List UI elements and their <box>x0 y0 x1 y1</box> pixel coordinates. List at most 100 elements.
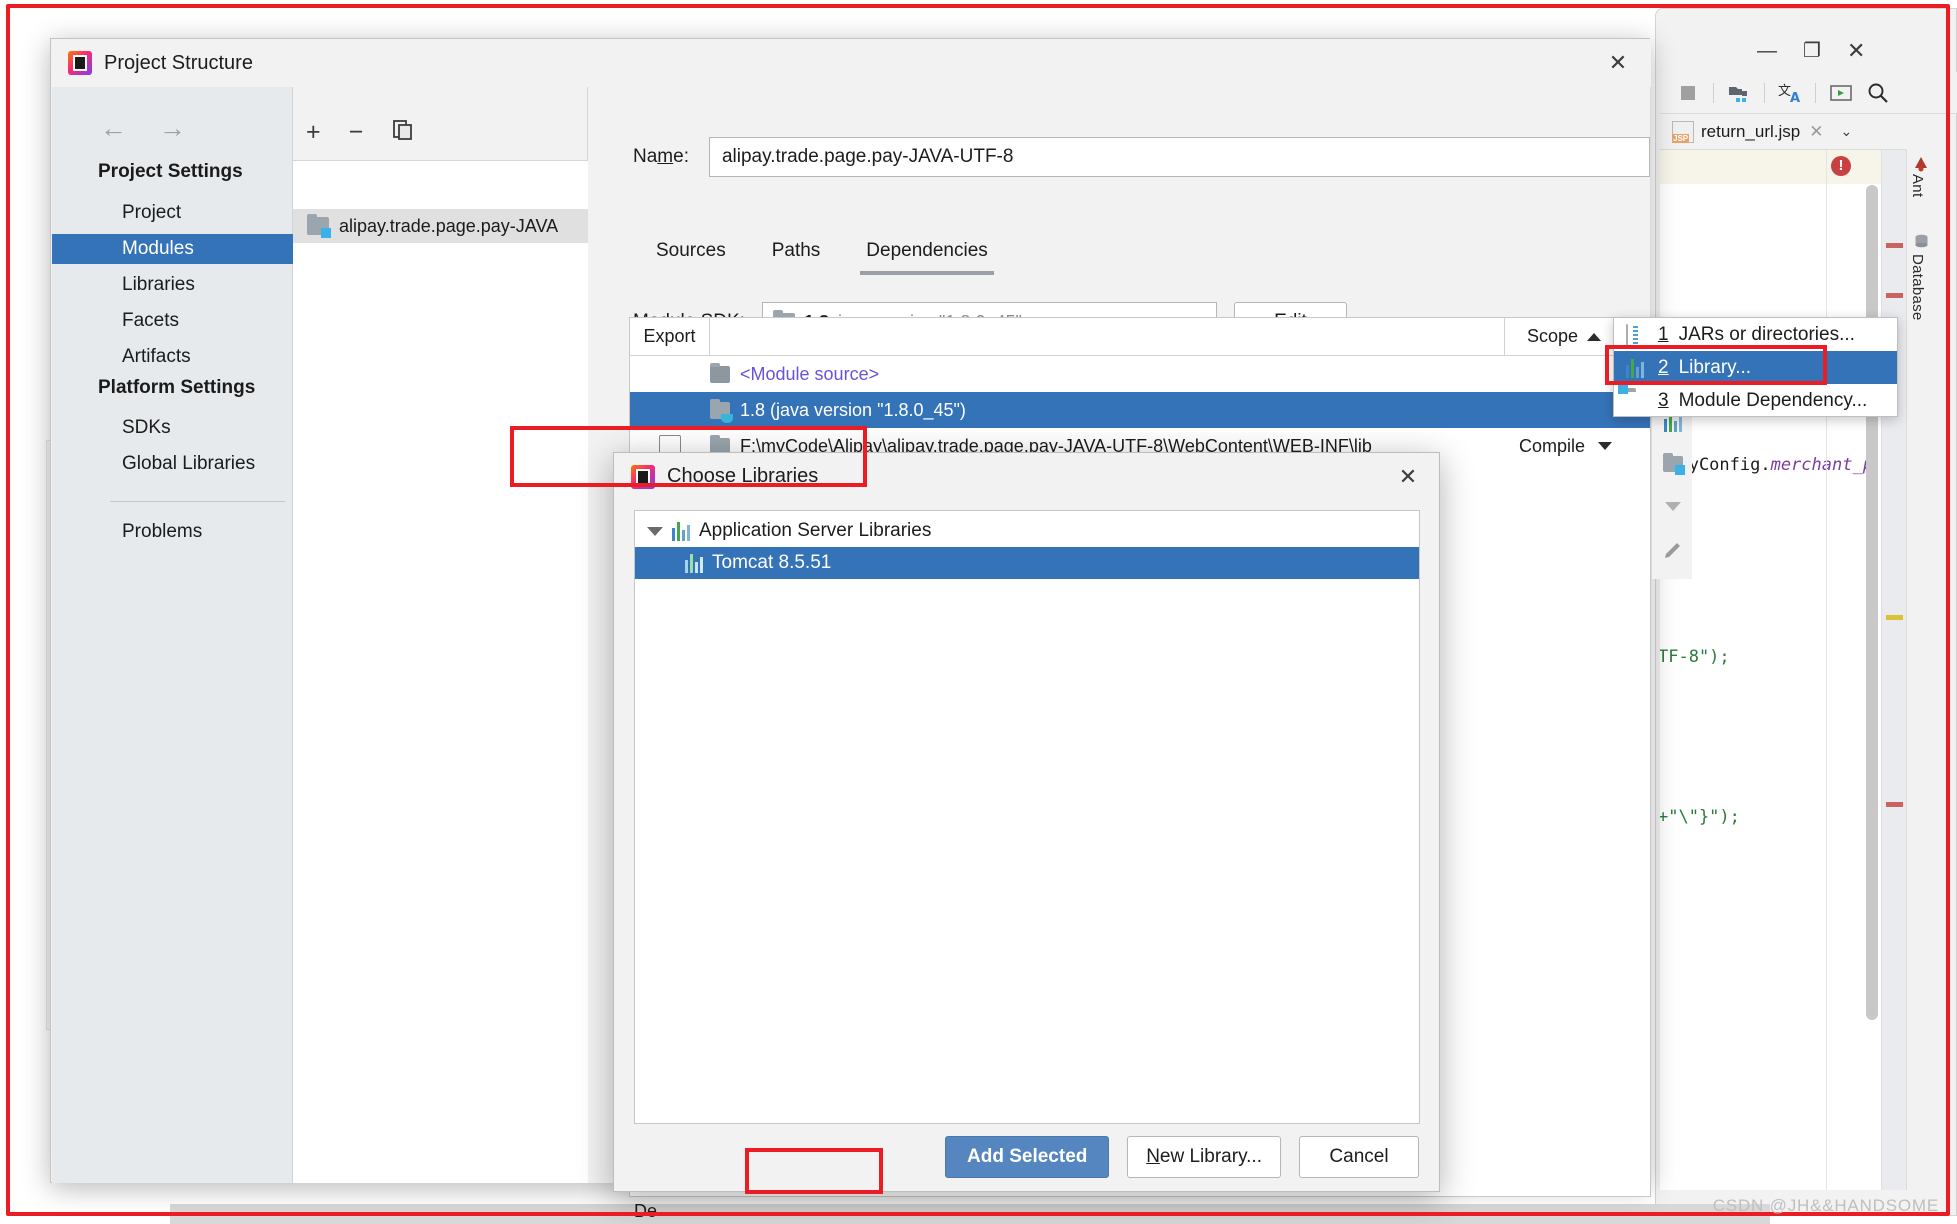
dependency-name-cell: 1.8 (java version "1.8.0_45") <box>710 398 966 423</box>
forward-arrow-icon[interactable]: → <box>159 115 186 142</box>
search-icon[interactable] <box>1866 81 1890 105</box>
svg-text:A: A <box>1790 91 1800 105</box>
code-line: +"\"}"); <box>1660 807 1740 827</box>
watermark: CSDN @JH&&HANDSOME <box>1712 1196 1939 1215</box>
menu-item-number: 3 <box>1658 389 1669 411</box>
module-dependency-icon[interactable] <box>1652 443 1693 485</box>
dependency-name-cell: <Module source> <box>710 362 879 385</box>
sidebar-item-facets[interactable]: Facets <box>52 306 293 336</box>
table-header: Export Scope <box>630 318 1650 356</box>
module-name-input[interactable] <box>708 137 1650 177</box>
code-line: TF-8"); <box>1660 647 1730 667</box>
database-icon <box>1912 232 1931 251</box>
minimize-icon[interactable]: — <box>1757 41 1777 61</box>
expand-triangle-icon[interactable] <box>647 526 663 536</box>
chevron-down-icon <box>1598 442 1613 450</box>
defined-by-label: De <box>634 1201 658 1221</box>
sort-ascending-icon <box>1587 332 1602 341</box>
add-module-icon[interactable]: + <box>306 119 321 145</box>
edit-dependency-icon[interactable] <box>1652 529 1693 571</box>
code-editor[interactable]: ! ipayConfig.merchant_p TF-8"); +"\"}"); <box>1660 150 1882 1190</box>
screenshot-root: — ❐ ✕ 文 A JSP return_url.jsp ✕ ⌄ ! ipayC… <box>0 0 1957 1224</box>
sidebar-item-project[interactable]: Project <box>52 198 293 228</box>
jsp-file-icon <box>1672 120 1694 143</box>
tab-dependencies[interactable]: Dependencies <box>843 234 1010 275</box>
menu-item-number: 1 <box>1658 323 1669 345</box>
copy-module-icon[interactable] <box>391 118 415 147</box>
chevron-down-icon[interactable]: ⌄ <box>1840 123 1852 140</box>
menu-item-jars-or-directories[interactable]: 1 JARs or directories... <box>1614 318 1897 351</box>
maximize-icon[interactable]: ❐ <box>1803 41 1821 61</box>
tab-sources[interactable]: Sources <box>633 234 749 275</box>
menu-item-library[interactable]: 2 Library... <box>1614 351 1897 384</box>
close-icon[interactable]: ✕ <box>1847 40 1865 62</box>
remove-module-icon[interactable]: − <box>349 119 364 145</box>
sidebar-divider <box>110 501 285 502</box>
editor-scrollbar[interactable] <box>1866 185 1878 1020</box>
stripe-mark-error <box>1886 243 1903 248</box>
editor-error-stripe[interactable] <box>1882 150 1906 1190</box>
rail-item-ant[interactable]: Ant <box>1909 174 1926 197</box>
dialog-close-button[interactable]: ✕ <box>1605 51 1631 77</box>
dialog-titlebar: Project Structure <box>51 39 1651 87</box>
column-header-export[interactable]: Export <box>630 318 710 356</box>
tab-close-icon[interactable]: ✕ <box>1809 122 1823 142</box>
ide-window-controls: — ❐ ✕ <box>1665 30 1955 72</box>
run-configuration-icon[interactable] <box>1829 81 1853 105</box>
intellij-logo-icon <box>68 51 92 75</box>
menu-item-label: Module Dependency... <box>1678 389 1868 411</box>
sidebar-item-sdks[interactable]: SDKs <box>52 413 293 443</box>
back-arrow-icon[interactable]: ← <box>100 115 127 142</box>
ide-toolbar: 文 A <box>1660 72 1957 114</box>
list-item[interactable]: alipay.trade.page.pay-JAVA <box>293 209 588 243</box>
menu-item-module-dependency[interactable]: 3 Module Dependency... <box>1614 384 1897 417</box>
error-badge: ! <box>1831 156 1851 176</box>
library-bars-icon <box>672 521 690 541</box>
editor-tab-label[interactable]: return_url.jsp <box>1701 122 1800 142</box>
stripe-mark-warning <box>1886 615 1903 620</box>
table-row[interactable]: 1.8 (java version "1.8.0_45") <box>630 392 1650 428</box>
tree-node-label: Tomcat 8.5.51 <box>712 552 832 573</box>
ide-right-tool-rail: Ant Database <box>1906 150 1936 1190</box>
libraries-tree[interactable]: Application Server Libraries Tomcat 8.5.… <box>634 510 1420 1124</box>
ant-icon <box>1912 154 1931 173</box>
sidebar-item-libraries[interactable]: Libraries <box>52 270 293 300</box>
toolbar-separator <box>1815 82 1816 103</box>
choose-libraries-footer: Add Selected New Library... Cancel <box>614 1123 1441 1191</box>
menu-item-label: Library... <box>1678 356 1752 378</box>
choose-libraries-dialog: Choose Libraries ✕ Application Server Li… <box>613 452 1440 1192</box>
module-icon <box>307 214 331 238</box>
sidebar-item-global-libraries[interactable]: Global Libraries <box>52 449 293 479</box>
rail-item-database[interactable]: Database <box>1909 254 1926 321</box>
sidebar-item-modules[interactable]: Modules <box>52 234 293 264</box>
stop-icon[interactable] <box>1676 81 1700 105</box>
new-library-button[interactable]: New Library... <box>1127 1136 1281 1178</box>
tree-node-application-server-libraries[interactable]: Application Server Libraries <box>635 515 1419 547</box>
editor-right-border <box>1826 150 1827 1190</box>
module-name: alipay.trade.page.pay-JAVA <box>339 215 559 236</box>
add-selected-button[interactable]: Add Selected <box>945 1136 1110 1178</box>
dialog-title: Project Structure <box>104 51 253 74</box>
toolbar-separator <box>1713 82 1714 103</box>
project-structure-icon[interactable] <box>1727 81 1751 105</box>
add-dependency-menu: 1 JARs or directories... 2 Library... 3 … <box>1613 317 1898 417</box>
tab-paths[interactable]: Paths <box>749 234 844 275</box>
modules-list[interactable]: alipay.trade.page.pay-JAVA <box>293 160 588 1183</box>
cancel-button[interactable]: Cancel <box>1299 1136 1419 1178</box>
sidebar-group-project-settings: Project Settings <box>98 161 243 182</box>
toolbar-separator <box>1764 82 1765 103</box>
modules-column: + − alipay.trade.page.pay-JAVA <box>293 87 588 1183</box>
library-bars-icon <box>685 553 703 573</box>
move-down-icon[interactable] <box>1652 485 1693 527</box>
translate-icon[interactable]: 文 A <box>1778 81 1802 106</box>
name-label: Name: <box>633 146 689 167</box>
scope-cell[interactable]: Compile <box>1504 436 1650 457</box>
library-bars-icon <box>1626 358 1648 378</box>
sidebar-item-problems[interactable]: Problems <box>52 517 293 547</box>
sidebar-nav-arrows: ← → <box>100 115 186 142</box>
choose-libraries-close-button[interactable]: ✕ <box>1395 465 1421 491</box>
table-row[interactable]: <Module source> <box>630 356 1650 392</box>
jdk-icon <box>710 398 733 423</box>
tree-node-tomcat[interactable]: Tomcat 8.5.51 <box>635 547 1419 579</box>
sidebar-item-artifacts[interactable]: Artifacts <box>52 342 293 372</box>
